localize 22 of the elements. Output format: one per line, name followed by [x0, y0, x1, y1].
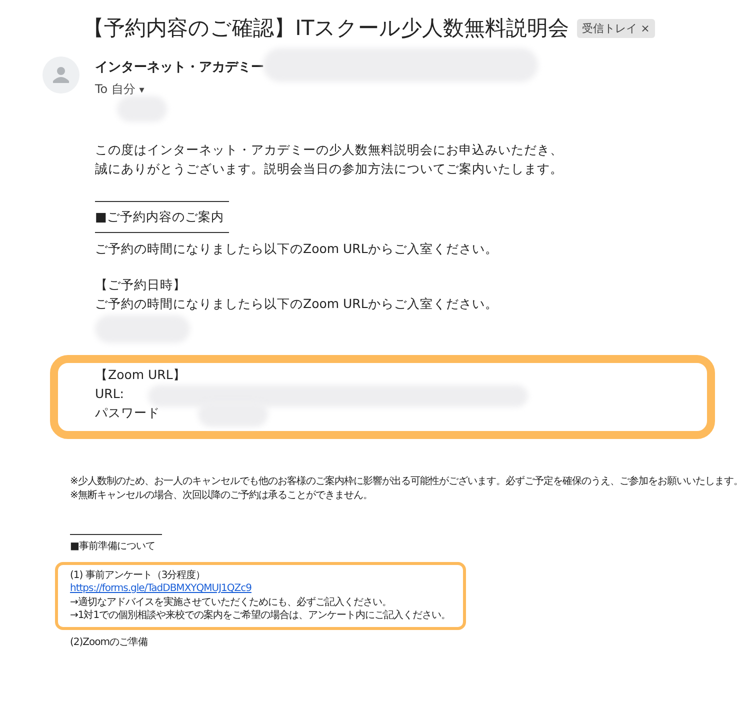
survey-link[interactable]: https://forms.gle/TadDBMXYQMUJ1QZc9 [70, 582, 451, 596]
notice-text: ※少人数制のため、お一人のキャンセルでも他のお客様のご案内枠に影響が出る可能性がございます。必ずご予定を確保のうえ、ご参加をお願いいたします。 [70, 475, 738, 488]
section-heading: ■ご予約内容のご案内 [95, 208, 225, 226]
avatar-icon [42, 56, 80, 94]
body-text: ご予約の時間になりましたら以下のZoom URLからご入室ください。 [95, 240, 499, 258]
section-heading: 【Zoom URL】 [95, 366, 186, 384]
section-heading: 【ご予約日時】 [95, 276, 187, 294]
sender-name: インターネット・アカデミー [95, 60, 264, 75]
url-label: URL: [95, 385, 124, 403]
recipient-dropdown[interactable]: To 自分 ▾ [95, 81, 144, 98]
survey-title: (1) 事前アンケート（3分程度） [70, 568, 206, 582]
section-heading: ■事前準備について [70, 540, 156, 554]
inbox-label: 受信トレイ × [577, 18, 655, 38]
body-text: 誠にありがとうございます。説明会当日の参加方法についてご案内いたします。 [95, 160, 564, 178]
password-label: パスワード [95, 404, 160, 422]
notice-text: ※無断キャンセルの場合、次回以降のご予約は承ることができません。 [70, 488, 374, 502]
section-heading: (2)Zoomのご準備 [70, 636, 149, 649]
body-text: この度はインターネット・アカデミーの少人数無料説明会にお申込みいただき、 [95, 141, 564, 159]
email-subject: 【予約内容のご確認】ITスクール少人数無料説明会 [83, 15, 570, 42]
notice-text: →1対1での個別相談や来校での案内をご希望の場合は、アンケート内にご記入ください。 [70, 609, 451, 622]
body-text: ご予約の時間になりましたら以下のZoom URLからご入室ください。 [95, 295, 499, 313]
notice-text: →適切なアドバイスを実施させていただくためにも、必ずご記入ください。 [70, 596, 392, 609]
